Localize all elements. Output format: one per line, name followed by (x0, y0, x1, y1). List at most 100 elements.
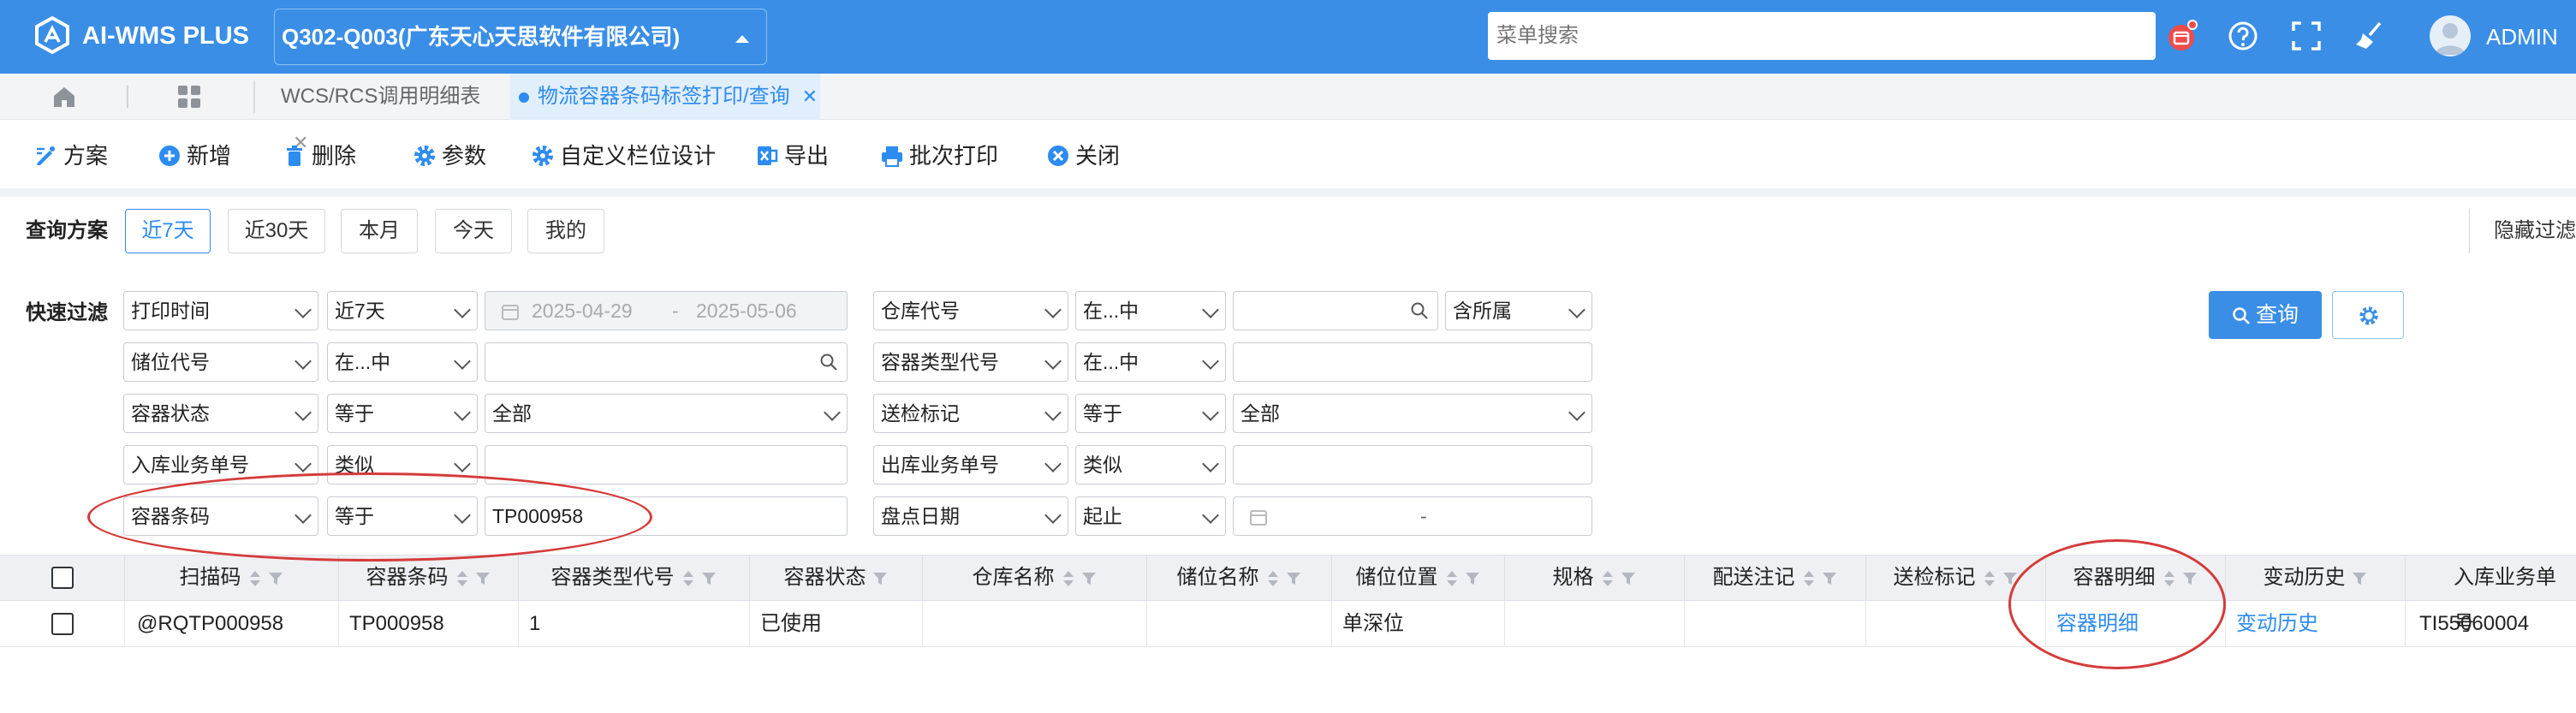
select-all-checkbox[interactable] (51, 567, 74, 589)
column-header[interactable]: 扫描码 (125, 555, 339, 601)
filter-field-select[interactable]: 打印时间 (123, 291, 318, 330)
filter-funnel-icon[interactable] (1620, 570, 1637, 587)
filter-extra-value: 含所属 (1453, 300, 1512, 322)
menu-search-input[interactable] (1488, 12, 2156, 60)
sort-icon[interactable] (681, 569, 695, 588)
filter-field-value: 容器类型代号 (881, 351, 999, 373)
filter-funnel-icon[interactable] (1285, 570, 1302, 587)
filter-funnel-icon[interactable] (1821, 570, 1838, 587)
delete-button[interactable]: 删除 (283, 139, 356, 173)
sort-icon[interactable] (455, 569, 469, 588)
search-icon[interactable] (819, 353, 838, 371)
outbound-order-input[interactable] (1233, 445, 1592, 484)
filter-field-select[interactable]: 容器状态 (123, 394, 318, 433)
column-header[interactable]: 容器类型代号 (519, 555, 750, 601)
filter-op-value: 起止 (1083, 505, 1122, 527)
custom-columns-button[interactable]: 自定义栏位设计 (531, 139, 716, 173)
filter-op-select[interactable]: 在...中 (1075, 342, 1226, 382)
chevron-down-icon (454, 301, 471, 318)
sort-icon[interactable] (1445, 569, 1459, 588)
user-avatar-icon[interactable] (2430, 15, 2471, 56)
plan-today[interactable]: 今天 (435, 209, 512, 253)
fullscreen-icon[interactable] (2289, 19, 2323, 53)
export-button[interactable]: 导出 (755, 139, 829, 173)
filter-op-select[interactable]: 在...中 (1075, 291, 1226, 330)
tab-container-barcode[interactable]: 物流容器条码标签打印/查询 ✕ (510, 74, 820, 120)
row-checkbox[interactable] (51, 613, 74, 635)
user-name[interactable]: ADMIN (2486, 22, 2558, 51)
broom-icon[interactable] (2353, 19, 2387, 53)
container-status-select[interactable]: 全部 (485, 394, 848, 433)
query-settings-button[interactable] (2332, 291, 2404, 339)
apps-grid-icon[interactable] (176, 84, 202, 110)
stocktake-date-range[interactable]: - (1233, 496, 1592, 536)
filter-field-select[interactable]: 盘点日期 (873, 496, 1068, 536)
include-sub-select[interactable]: 含所属 (1445, 291, 1592, 330)
column-title: 配送注记 (1712, 566, 1795, 589)
column-header[interactable]: 变动历史 (2226, 555, 2406, 601)
sort-icon[interactable] (248, 569, 262, 588)
column-title: 容器状态 (783, 566, 866, 589)
params-button[interactable]: 参数 (413, 139, 486, 173)
inspection-flag-select[interactable]: 全部 (1233, 394, 1592, 433)
cell-container-barcode: TP000958 (339, 601, 519, 647)
close-icon[interactable]: ✕ (802, 86, 818, 107)
warehouse-code-input[interactable] (1233, 291, 1438, 330)
printer-icon (882, 146, 902, 167)
filter-funnel-icon[interactable] (700, 570, 717, 587)
hide-filter-button[interactable]: 隐藏过滤 (2469, 209, 2576, 253)
sort-icon[interactable] (1062, 569, 1075, 588)
sort-icon[interactable] (1266, 569, 1280, 588)
filter-op-select[interactable]: 等于 (1075, 394, 1226, 433)
filter-funnel-icon[interactable] (1080, 570, 1098, 587)
container-type-input[interactable] (1233, 342, 1592, 382)
inbound-order-input[interactable] (485, 445, 848, 484)
add-button[interactable]: 新增 (158, 139, 231, 173)
app-logo-icon (35, 15, 69, 55)
filter-funnel-icon[interactable] (872, 570, 889, 587)
org-selector[interactable]: Q302-Q003(广东天心天思软件有限公司) (274, 9, 767, 65)
filter-op-select[interactable]: 近7天 (327, 291, 478, 330)
column-header[interactable]: 储位位置 (1332, 555, 1505, 601)
filter-op-select[interactable]: 起止 (1075, 496, 1226, 536)
filter-field-select[interactable]: 送检标记 (873, 394, 1068, 433)
column-header[interactable]: 配送注记 (1685, 555, 1866, 601)
filter-op-select[interactable]: 在...中 (327, 342, 478, 382)
column-header[interactable]: 储位名称 (1147, 555, 1332, 601)
plan-this-month[interactable]: 本月 (341, 209, 418, 253)
filter-funnel-icon[interactable] (267, 570, 284, 587)
filter-op-select[interactable]: 等于 (327, 394, 478, 433)
column-header[interactable]: 容器条码 (339, 555, 519, 601)
column-header[interactable]: 规格 (1505, 555, 1685, 601)
plan-last-7-days[interactable]: 近7天 (125, 209, 211, 253)
date-separator: - (1420, 505, 1427, 527)
filter-funnel-icon[interactable] (474, 570, 491, 587)
query-button[interactable]: 查询 (2209, 291, 2322, 339)
location-code-input[interactable] (485, 342, 848, 382)
sort-icon[interactable] (1802, 569, 1816, 588)
filter-field-select[interactable]: 储位代号 (123, 342, 318, 382)
print-date-range[interactable]: 2025-04-29 - 2025-05-06 (485, 291, 848, 330)
sort-icon[interactable] (1601, 569, 1615, 588)
batch-print-button[interactable]: 批次打印 (880, 139, 998, 173)
column-header[interactable]: 仓库名称 (923, 555, 1147, 601)
change-history-link[interactable]: 变动历史 (2226, 601, 2406, 647)
column-header[interactable]: 入库业务单号 (2406, 555, 2576, 635)
filter-field-select[interactable]: 出库业务单号 (873, 445, 1068, 484)
filter-field-select[interactable]: 仓库代号 (873, 291, 1068, 330)
column-header[interactable]: 容器状态 (750, 555, 923, 601)
tab-wcs-rcs[interactable]: WCS/RCS调用明细表✕ (281, 74, 507, 153)
filter-field-select[interactable]: 容器类型代号 (873, 342, 1068, 382)
help-icon[interactable] (2226, 19, 2260, 53)
scheme-button[interactable]: 方案 (34, 139, 108, 173)
filter-op-select[interactable]: 类似 (1075, 445, 1226, 484)
sort-icon[interactable] (1983, 569, 1996, 588)
home-icon[interactable] (51, 84, 77, 110)
search-icon[interactable] (1410, 301, 1429, 320)
plan-mine[interactable]: 我的 (527, 209, 604, 253)
close-button[interactable]: 关闭 (1046, 139, 1120, 173)
filter-funnel-icon[interactable] (2351, 570, 2368, 587)
calendar-notice-icon[interactable] (2164, 19, 2198, 53)
filter-funnel-icon[interactable] (1464, 570, 1481, 587)
plan-last-30-days[interactable]: 近30天 (228, 209, 325, 253)
